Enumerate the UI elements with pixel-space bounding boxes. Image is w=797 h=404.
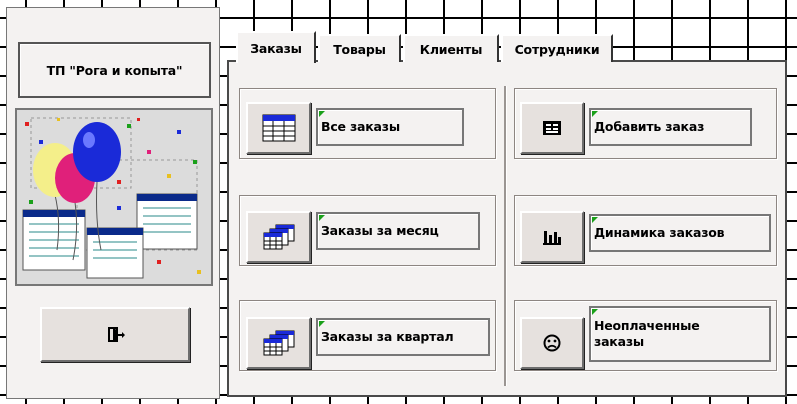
tab-employees[interactable]: Сотрудники bbox=[501, 34, 613, 62]
sad-face-icon bbox=[543, 334, 561, 352]
tab-products[interactable]: Товары bbox=[318, 34, 401, 62]
logo-image bbox=[15, 108, 213, 286]
add-order-button[interactable] bbox=[520, 102, 584, 154]
orders-month-caption: Заказы за месяц bbox=[316, 212, 480, 250]
orders-quarter-caption: Заказы за квартал bbox=[316, 318, 490, 356]
all-orders-caption: Все заказы bbox=[316, 108, 464, 146]
bar-chart-icon bbox=[543, 231, 561, 245]
tab-orders[interactable]: Заказы bbox=[236, 31, 316, 63]
column-divider bbox=[504, 86, 506, 386]
form-canvas: ТП "Рога и копыта" Заказы Товары Клиенты… bbox=[0, 0, 797, 404]
all-orders-button[interactable] bbox=[246, 102, 311, 154]
orders-dynamics-caption: Динамика заказов bbox=[589, 214, 771, 252]
orders-dynamics-button[interactable] bbox=[520, 211, 584, 263]
exit-button[interactable] bbox=[40, 307, 190, 362]
unpaid-orders-button[interactable] bbox=[520, 317, 584, 369]
orders-month-button[interactable] bbox=[246, 211, 311, 263]
table-icon bbox=[262, 114, 295, 142]
add-order-caption: Добавить заказ bbox=[589, 108, 752, 146]
multi-table-icon bbox=[263, 330, 294, 356]
exit-door-icon bbox=[108, 326, 125, 342]
unpaid-orders-caption: Неоплаченные заказы bbox=[589, 306, 771, 362]
balloons-reports-illustration bbox=[17, 110, 211, 284]
tab-clients[interactable]: Клиенты bbox=[403, 34, 499, 62]
form-icon bbox=[543, 121, 561, 135]
multi-table-icon bbox=[263, 224, 294, 250]
app-title: ТП "Рога и копыта" bbox=[18, 42, 211, 98]
orders-quarter-button[interactable] bbox=[246, 317, 311, 369]
